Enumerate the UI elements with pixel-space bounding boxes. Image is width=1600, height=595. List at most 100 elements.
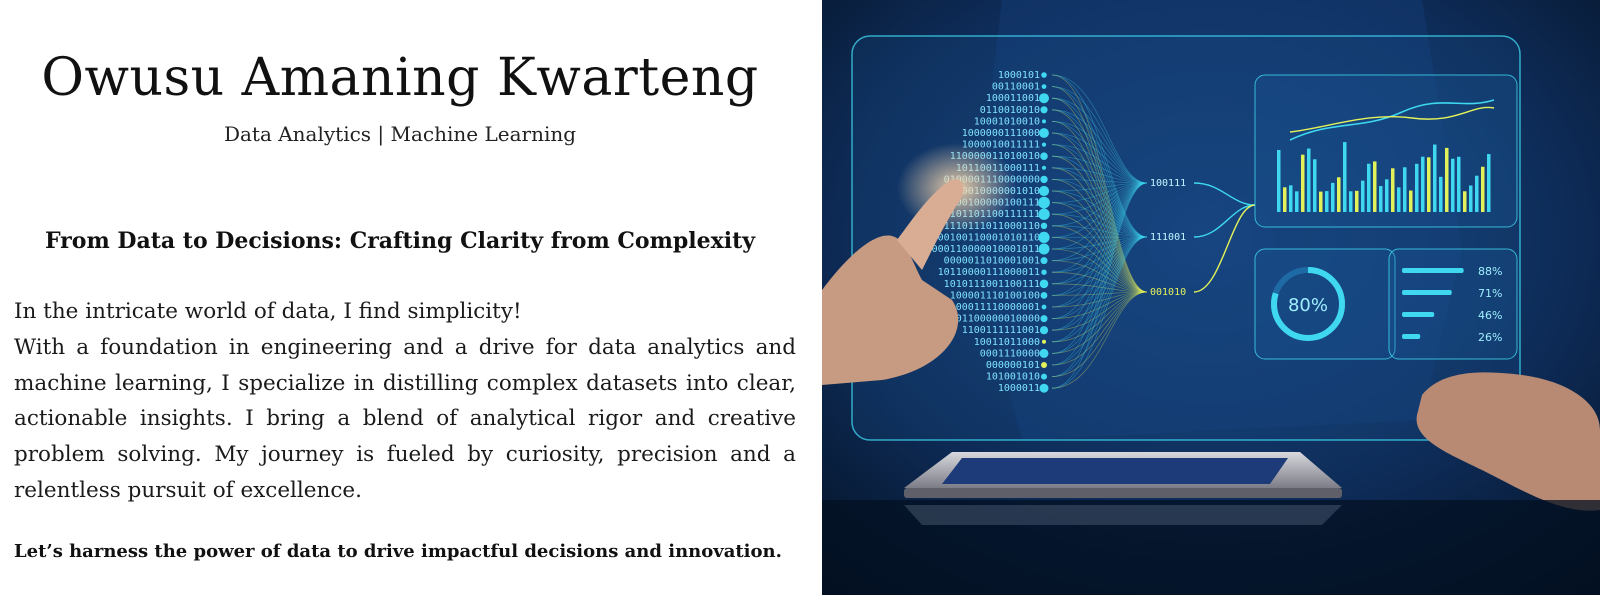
binary-row: 01100000010000 bbox=[956, 314, 1040, 325]
mini-bar bbox=[1487, 154, 1491, 212]
data-dot bbox=[1042, 339, 1046, 344]
mini-bar bbox=[1415, 163, 1419, 213]
mini-bar bbox=[1307, 148, 1311, 212]
hero-image: 1000101 00110001 100011001 0110010010 100010… bbox=[822, 0, 1600, 595]
mini-bar bbox=[1457, 156, 1461, 212]
mini-bar bbox=[1349, 191, 1353, 212]
data-dot bbox=[1042, 119, 1046, 124]
section-headline: From Data to Decisions: Crafting Clarity… bbox=[44, 228, 756, 254]
data-dot bbox=[1038, 185, 1050, 197]
bio-paragraph: With a foundation in engineering and a d… bbox=[14, 334, 796, 503]
metric-bar bbox=[1402, 268, 1464, 273]
mini-bar bbox=[1283, 187, 1287, 213]
data-dot bbox=[1038, 196, 1050, 209]
data-dot bbox=[1040, 292, 1048, 299]
mini-bar bbox=[1481, 166, 1485, 213]
mini-bar bbox=[1409, 190, 1413, 213]
mini-bar bbox=[1403, 167, 1407, 212]
binary-row: 000110000010001011 bbox=[932, 244, 1040, 255]
data-dot bbox=[1039, 128, 1049, 138]
data-dot bbox=[1041, 165, 1047, 170]
binary-row: 1010111001100111 bbox=[944, 279, 1040, 290]
metric-label: 26% bbox=[1478, 331, 1502, 344]
tablet-screen bbox=[942, 458, 1288, 484]
mini-bar bbox=[1439, 176, 1443, 213]
mini-bar bbox=[1301, 154, 1305, 212]
data-dot bbox=[1039, 383, 1049, 393]
tablet-edge bbox=[904, 488, 1342, 498]
data-dot bbox=[1040, 152, 1048, 160]
mini-bar bbox=[1421, 156, 1425, 213]
binary-row: 100001110100100 bbox=[950, 290, 1040, 301]
mini-bar bbox=[1337, 177, 1341, 212]
binary-row: 100011001 bbox=[986, 93, 1040, 104]
mini-bar bbox=[1289, 185, 1293, 213]
data-dot bbox=[1038, 231, 1050, 243]
binary-row: 101001010 bbox=[986, 372, 1040, 383]
node-label: 100111 bbox=[1150, 178, 1186, 189]
mini-bar bbox=[1475, 175, 1479, 213]
metric-bar bbox=[1402, 334, 1421, 339]
profile-panel: Owusu Amaning Kwarteng Data Analytics | … bbox=[0, 0, 822, 595]
metric-bar bbox=[1402, 312, 1435, 317]
data-dot bbox=[1038, 208, 1050, 220]
data-dot bbox=[1041, 269, 1047, 275]
data-dot bbox=[1039, 279, 1049, 289]
node-label: 111001 bbox=[1150, 232, 1186, 243]
profile-subtitle: Data Analytics | Machine Learning bbox=[223, 122, 577, 146]
data-dot bbox=[1038, 243, 1050, 255]
mini-bar bbox=[1451, 158, 1455, 213]
mini-bar bbox=[1385, 179, 1389, 213]
tablet-reflection bbox=[904, 505, 1342, 525]
mini-bar bbox=[1379, 186, 1383, 213]
mini-bar bbox=[1331, 182, 1335, 212]
mini-bar bbox=[1397, 187, 1401, 212]
mini-bar bbox=[1295, 191, 1299, 212]
data-dot bbox=[1040, 222, 1048, 229]
mini-bar bbox=[1343, 142, 1347, 212]
hologram-illustration: 1000101001100011000110010110010010100010… bbox=[822, 0, 1600, 595]
data-dot bbox=[1040, 106, 1048, 114]
binary-row: 1000101 bbox=[998, 70, 1040, 81]
binary-row: 0110010010 bbox=[980, 105, 1040, 116]
mini-bar bbox=[1319, 191, 1323, 213]
data-dot bbox=[1039, 93, 1049, 104]
bio-text: In the intricate world of data, I find s… bbox=[14, 294, 796, 509]
binary-row: 00100110001010110 bbox=[938, 232, 1040, 243]
metric-label: 71% bbox=[1478, 287, 1502, 300]
mini-bar bbox=[1427, 157, 1431, 213]
mini-bar bbox=[1469, 185, 1473, 213]
mini-bar bbox=[1325, 191, 1329, 212]
data-dot bbox=[1041, 72, 1047, 78]
mini-bar bbox=[1367, 163, 1371, 213]
data-dot bbox=[1041, 373, 1047, 380]
mini-bar bbox=[1355, 190, 1359, 213]
node-label: 001010 bbox=[1150, 287, 1186, 298]
mini-bar bbox=[1463, 191, 1467, 212]
data-dot bbox=[1041, 84, 1047, 89]
mini-bar bbox=[1373, 161, 1377, 212]
binary-row: 00110001 bbox=[992, 82, 1040, 93]
metric-label: 88% bbox=[1478, 265, 1502, 278]
binary-row: 10011011000 bbox=[974, 337, 1040, 348]
binary-row: 000000101 bbox=[986, 360, 1040, 371]
call-to-action: Let’s harness the power of data to drive… bbox=[14, 541, 782, 562]
data-dot bbox=[1040, 175, 1048, 184]
binary-row: 0001110000 bbox=[980, 348, 1040, 359]
data-dot bbox=[1040, 315, 1048, 323]
binary-row: 0000011010001001 bbox=[944, 256, 1040, 267]
binary-row: 1000011 bbox=[998, 383, 1040, 394]
data-dot bbox=[1041, 142, 1047, 147]
binary-row: 10001010010 bbox=[974, 116, 1040, 127]
mini-bar bbox=[1277, 149, 1281, 212]
gauge-label: 80% bbox=[1288, 295, 1328, 316]
metric-bar bbox=[1402, 290, 1452, 295]
mini-bar bbox=[1433, 144, 1437, 213]
binary-row: 10110000111000011 bbox=[938, 267, 1040, 278]
profile-name: Owusu Amaning Kwarteng bbox=[41, 48, 759, 108]
data-dot bbox=[1041, 362, 1047, 368]
metric-label: 46% bbox=[1478, 309, 1502, 322]
binary-row: 00011110000001 bbox=[956, 302, 1040, 313]
binary-row: 1000000111000 bbox=[962, 128, 1040, 139]
data-dot bbox=[1041, 304, 1047, 310]
